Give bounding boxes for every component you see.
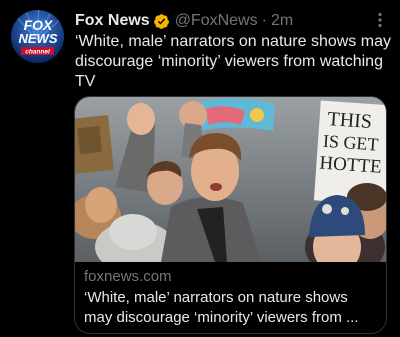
verified-badge-icon bbox=[153, 13, 170, 30]
card-title-line-2: may discourage ‘minority’ viewers from .… bbox=[84, 309, 359, 326]
author-handle[interactable]: @FoxNews bbox=[175, 11, 258, 31]
timestamp[interactable]: 2m bbox=[271, 11, 293, 31]
sign-line-3: HOTTE bbox=[319, 153, 383, 178]
author-name[interactable]: Fox News bbox=[75, 11, 150, 31]
header-separator: · bbox=[261, 12, 267, 29]
fox-news-logo: FOX NEWS channel bbox=[11, 10, 64, 63]
avatar[interactable]: FOX NEWS channel bbox=[11, 10, 64, 63]
tweet[interactable]: FOX NEWS channel Fox News @FoxNews · 2m … bbox=[0, 0, 400, 337]
logo-channel-text: channel bbox=[25, 49, 50, 56]
tweet-text: ‘White, male’ narrators on nature shows … bbox=[75, 33, 391, 90]
tweet-header: Fox News @FoxNews · 2m bbox=[75, 11, 293, 31]
sign-line-2: IS GET bbox=[322, 131, 379, 155]
card-title-line-1: ‘White, male’ narrators on nature shows bbox=[84, 289, 348, 306]
card-image[interactable]: THIS IS GET HOTTE bbox=[75, 97, 386, 262]
card-domain[interactable]: foxnews.com bbox=[84, 267, 172, 287]
more-options-icon[interactable] bbox=[372, 10, 388, 30]
sign-line-1: THIS bbox=[327, 108, 373, 133]
logo-news-text: NEWS bbox=[19, 31, 58, 46]
link-card[interactable]: THIS IS GET HOTTE foxnews.com ‘White, ma… bbox=[74, 96, 387, 334]
card-title[interactable]: ‘White, male’ narrators on nature shows … bbox=[84, 288, 376, 328]
